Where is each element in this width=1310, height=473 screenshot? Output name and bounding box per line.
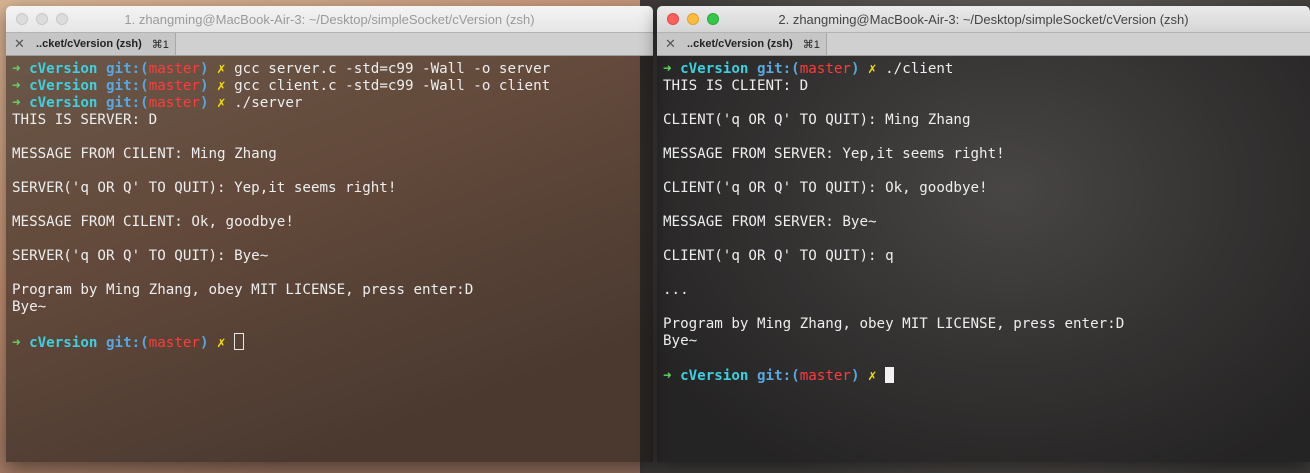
tab-shortcut: ⌘1 xyxy=(151,38,169,51)
output-line: Bye~ xyxy=(663,333,698,349)
output-line: CLIENT('q OR Q' TO QUIT): Ok, goodbye! xyxy=(663,180,988,196)
prompt-dirty-icon: ✗ xyxy=(217,95,226,111)
output-line: THIS IS SERVER: D xyxy=(12,112,158,128)
prompt-branch: master xyxy=(148,61,200,77)
prompt-dirty-icon: ✗ xyxy=(868,368,877,384)
prompt-git-close: ) xyxy=(199,95,209,111)
prompt-line: ➜ cVersion git:(master) ✗ gcc server.c -… xyxy=(12,61,647,78)
prompt-directory: cVersion xyxy=(680,61,749,77)
output-line: Bye~ xyxy=(12,299,47,315)
output-line: CLIENT('q OR Q' TO QUIT): Ming Zhang xyxy=(663,112,971,128)
output-line: Program by Ming Zhang, obey MIT LICENSE,… xyxy=(663,316,1125,332)
prompt-dirty-icon: ✗ xyxy=(217,335,226,351)
prompt-arrow-icon: ➜ xyxy=(12,335,21,351)
output-line: MESSAGE FROM SERVER: Bye~ xyxy=(663,214,877,230)
terminal-window-2[interactable]: 2. zhangming@MacBook-Air-3: ~/Desktop/si… xyxy=(657,6,1310,462)
prompt-git-close: ) xyxy=(199,335,209,351)
tab-shortcut: ⌘1 xyxy=(802,38,820,51)
window-title: 2. zhangming@MacBook-Air-3: ~/Desktop/si… xyxy=(778,12,1189,27)
terminal-cursor xyxy=(885,367,895,383)
prompt-git-open: git:( xyxy=(105,335,149,351)
prompt-git-open: git:( xyxy=(756,368,800,384)
prompt-git-close: ) xyxy=(850,368,860,384)
prompt-branch: master xyxy=(799,61,851,77)
prompt-line: ➜ cVersion git:(master) ✗ xyxy=(12,333,647,351)
prompt-branch: master xyxy=(148,95,200,111)
prompt-directory: cVersion xyxy=(29,78,98,94)
prompt-branch: master xyxy=(799,368,851,384)
close-tab-icon[interactable]: ✕ xyxy=(14,36,30,52)
output-line: MESSAGE FROM CILENT: Ming Zhang xyxy=(12,146,277,162)
output-line: Program by Ming Zhang, obey MIT LICENSE,… xyxy=(12,282,474,298)
output-line: CLIENT('q OR Q' TO QUIT): q xyxy=(663,248,894,264)
prompt-dirty-icon: ✗ xyxy=(217,61,226,77)
prompt-dirty-icon: ✗ xyxy=(868,61,877,77)
tab-bar: ✕ ..cket/cVersion (zsh) ⌘1 xyxy=(6,33,653,56)
prompt-branch: master xyxy=(148,78,200,94)
command-text: ./server xyxy=(234,95,303,111)
output-line: SERVER('q OR Q' TO QUIT): Yep,it seems r… xyxy=(12,180,397,196)
prompt-git-close: ) xyxy=(199,61,209,77)
prompt-git-open: git:( xyxy=(105,95,149,111)
prompt-directory: cVersion xyxy=(29,95,98,111)
prompt-directory: cVersion xyxy=(29,335,98,351)
prompt-git-close: ) xyxy=(850,61,860,77)
close-tab-icon[interactable]: ✕ xyxy=(665,36,681,52)
prompt-line: ➜ cVersion git:(master) ✗ gcc client.c -… xyxy=(12,78,647,95)
prompt-directory: cVersion xyxy=(680,368,749,384)
output-line: MESSAGE FROM SERVER: Yep,it seems right! xyxy=(663,146,1005,162)
prompt-git-open: git:( xyxy=(105,78,149,94)
output-line: THIS IS CLIENT: D xyxy=(663,78,809,94)
terminal-tab[interactable]: ✕ ..cket/cVersion (zsh) ⌘1 xyxy=(6,33,176,55)
prompt-arrow-icon: ➜ xyxy=(663,61,672,77)
prompt-line: ➜ cVersion git:(master) ✗ ./client xyxy=(663,61,1304,78)
tab-bar: ✕ ..cket/cVersion (zsh) ⌘1 xyxy=(657,33,1310,56)
terminal-output[interactable]: ➜ cVersion git:(master) ✗ ./client THIS I… xyxy=(657,56,1310,462)
output-line: MESSAGE FROM CILENT: Ok, goodbye! xyxy=(12,214,294,230)
prompt-dirty-icon: ✗ xyxy=(217,78,226,94)
terminal-tab[interactable]: ✕ ..cket/cVersion (zsh) ⌘1 xyxy=(657,33,827,55)
window-titlebar[interactable]: 2. zhangming@MacBook-Air-3: ~/Desktop/si… xyxy=(657,6,1310,33)
prompt-git-open: git:( xyxy=(105,61,149,77)
tab-label: ..cket/cVersion (zsh) xyxy=(36,38,142,50)
command-text: ./client xyxy=(885,61,954,77)
window-title: 1. zhangming@MacBook-Air-3: ~/Desktop/si… xyxy=(124,12,535,27)
prompt-git-close: ) xyxy=(199,78,209,94)
command-text: gcc client.c -std=c99 -Wall -o client xyxy=(234,78,551,94)
prompt-arrow-icon: ➜ xyxy=(12,78,21,94)
command-text: gcc server.c -std=c99 -Wall -o server xyxy=(234,61,551,77)
prompt-branch: master xyxy=(148,335,200,351)
output-line: SERVER('q OR Q' TO QUIT): Bye~ xyxy=(12,248,269,264)
prompt-directory: cVersion xyxy=(29,61,98,77)
terminal-window-1[interactable]: 1. zhangming@MacBook-Air-3: ~/Desktop/si… xyxy=(6,6,653,462)
tab-label: ..cket/cVersion (zsh) xyxy=(687,38,793,50)
prompt-git-open: git:( xyxy=(756,61,800,77)
terminal-output[interactable]: ➜ cVersion git:(master) ✗ gcc server.c -… xyxy=(6,56,653,462)
prompt-line: ➜ cVersion git:(master) ✗ ./server xyxy=(12,95,647,112)
window-titlebar[interactable]: 1. zhangming@MacBook-Air-3: ~/Desktop/si… xyxy=(6,6,653,33)
prompt-line: ➜ cVersion git:(master) ✗ xyxy=(663,367,1304,384)
prompt-arrow-icon: ➜ xyxy=(12,95,21,111)
prompt-arrow-icon: ➜ xyxy=(663,368,672,384)
prompt-arrow-icon: ➜ xyxy=(12,61,21,77)
terminal-cursor xyxy=(234,333,245,350)
output-line: ... xyxy=(663,282,689,298)
